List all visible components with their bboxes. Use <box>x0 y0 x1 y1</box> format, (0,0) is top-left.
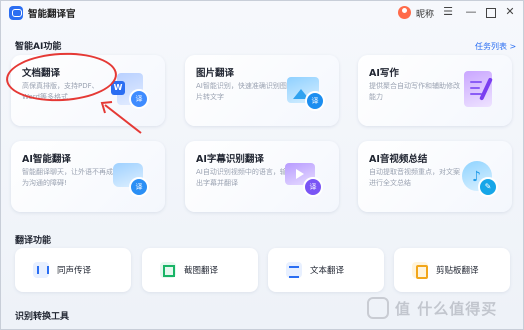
voice-icon <box>33 262 49 278</box>
translate-badge: 译 <box>303 177 323 197</box>
card-title: AI智能翻译 <box>22 154 71 165</box>
card-desc: 智能翻译聊天，让外语不再成为沟通的障碍! <box>22 168 113 187</box>
clipboard-icon <box>412 262 428 279</box>
translate-badge: 译 <box>129 177 149 197</box>
card-desc: 提供聚合自动写作和辅助修改能力 <box>369 82 460 101</box>
video-icon: 译 <box>285 155 329 199</box>
watermark: 值 什么值得买 <box>367 295 517 321</box>
image-icon: 译 <box>285 69 329 113</box>
func-label: 剪贴板翻译 <box>436 266 479 276</box>
app-window: 智能翻译官 昵称 ☰ — ✕ 智能AI功能 任务列表 > 文档翻译 高保真排版，… <box>0 0 524 330</box>
task-list-link[interactable]: 任务列表 > <box>475 41 516 52</box>
func-label: 文本翻译 <box>310 266 345 276</box>
chat-icon: 译 <box>111 155 155 199</box>
card-title: 图片翻译 <box>196 68 235 79</box>
translate-badge: 译 <box>305 91 325 111</box>
screenshot-icon <box>160 262 176 278</box>
func-clipboard-translate[interactable]: 剪贴板翻译 <box>394 248 510 292</box>
watermark-text: 值 什么值得买 <box>395 300 498 318</box>
card-image-translate[interactable]: 图片翻译 AI智能识别，快速准确识别图片转文字 译 <box>185 55 339 126</box>
maximize-button[interactable] <box>483 5 497 19</box>
func-label: 截图翻译 <box>184 266 219 276</box>
app-title: 智能翻译官 <box>28 9 76 20</box>
watermark-logo-icon <box>367 297 389 319</box>
card-desc: AI自动识别视频中的语言，输出字幕并翻译 <box>196 168 287 187</box>
func-screenshot-translate[interactable]: 截图翻译 <box>142 248 258 292</box>
menu-icon[interactable]: ☰ <box>441 5 455 19</box>
card-ai-av-summary[interactable]: AI音视频总结 自动提取音视频重点，对文案进行全文总结 ♪ ✎ <box>358 141 512 212</box>
card-desc: 自动提取音视频重点，对文案进行全文总结 <box>369 168 460 187</box>
title-bar: 智能翻译官 昵称 ☰ — ✕ <box>1 1 523 25</box>
minimize-button[interactable]: — <box>464 5 478 19</box>
card-ai-writing[interactable]: AI写作 提供聚合自动写作和辅助修改能力 <box>358 55 512 126</box>
user-name[interactable]: 昵称 <box>416 7 434 20</box>
card-title: AI写作 <box>369 68 399 79</box>
card-ai-smart-translate[interactable]: AI智能翻译 智能翻译聊天，让外语不再成为沟通的障碍! 译 <box>11 141 165 212</box>
text-icon <box>286 262 302 278</box>
translate-badge: 译 <box>129 89 149 109</box>
section-title-convert: 识别转换工具 <box>15 312 70 322</box>
audio-video-icon: ♪ ✎ <box>458 155 502 199</box>
document-icon: W 译 <box>111 69 155 113</box>
card-desc: AI智能识别，快速准确识别图片转文字 <box>196 82 287 101</box>
close-button[interactable]: ✕ <box>503 5 517 19</box>
section-title-translate: 翻译功能 <box>15 236 52 246</box>
func-text-translate[interactable]: 文本翻译 <box>268 248 384 292</box>
card-ai-subtitle-translate[interactable]: AI字幕识别翻译 AI自动识别视频中的语言，输出字幕并翻译 译 <box>185 141 339 212</box>
card-title: AI音视频总结 <box>369 154 428 165</box>
func-label: 同声传译 <box>57 266 92 276</box>
section-title-ai: 智能AI功能 <box>15 42 62 52</box>
user-avatar[interactable] <box>398 6 411 19</box>
app-logo-icon <box>9 6 23 20</box>
card-title: AI字幕识别翻译 <box>196 154 264 165</box>
func-simultaneous-interpretation[interactable]: 同声传译 <box>15 248 131 292</box>
writing-icon <box>458 69 502 113</box>
